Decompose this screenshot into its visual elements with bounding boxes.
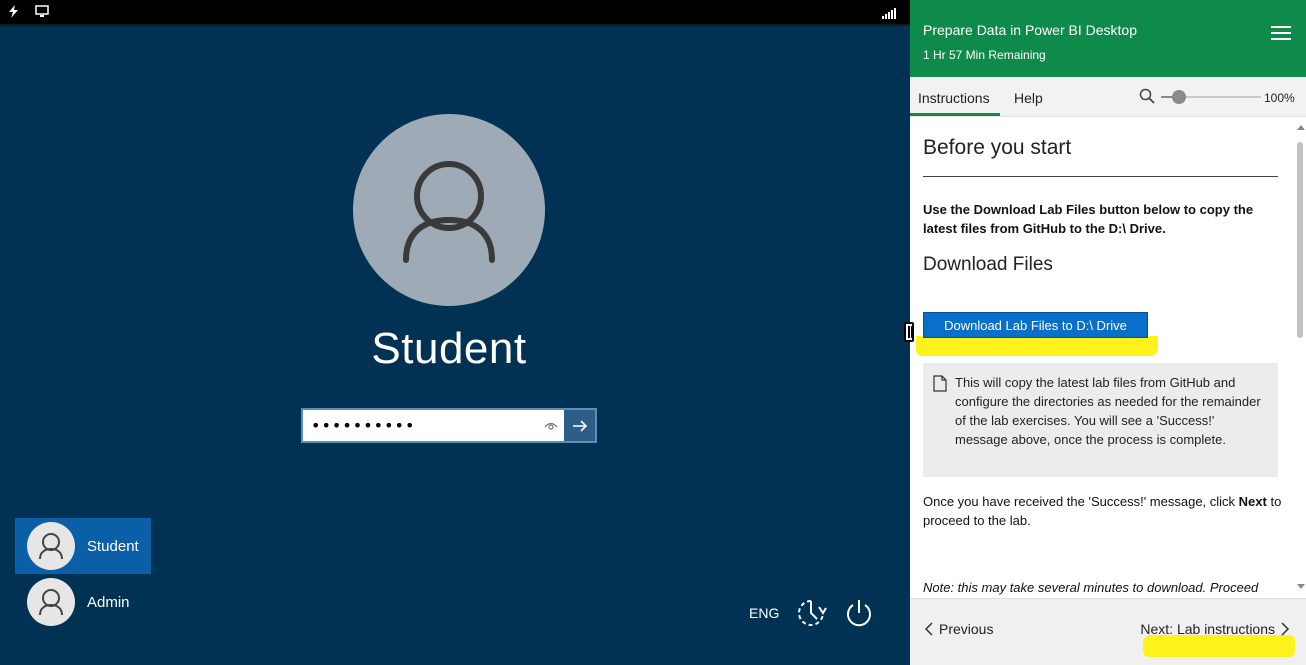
zoom-slider-thumb[interactable] <box>1172 90 1186 104</box>
password-input[interactable] <box>303 410 538 441</box>
next-label: Next: Lab instructions <box>1140 621 1275 637</box>
chevron-left-icon <box>924 622 933 636</box>
ease-of-access-icon[interactable] <box>795 598 827 633</box>
highlight-mark <box>916 336 1158 356</box>
hamburger-menu-icon[interactable] <box>1271 26 1291 40</box>
heading-download-files: Download Files <box>923 254 1053 275</box>
arrow-right-icon <box>572 419 587 432</box>
instructions-content: Before you start Use the Download Lab Fi… <box>910 118 1306 598</box>
previous-label: Previous <box>939 621 994 637</box>
paragraph-text: Once you have received the 'Success!' me… <box>923 494 1239 509</box>
document-icon <box>933 375 947 397</box>
language-indicator[interactable]: ENG <box>749 605 779 621</box>
time-remaining: 1 Hr 57 Min Remaining <box>923 48 1046 62</box>
power-icon[interactable] <box>844 597 874 634</box>
vm-toolbar <box>0 0 910 26</box>
magnifier-icon <box>1139 88 1155 109</box>
user-tile-student[interactable]: Student <box>15 518 151 574</box>
password-box <box>301 408 597 443</box>
scroll-up-icon[interactable] <box>1297 125 1305 130</box>
submit-password-button[interactable] <box>564 410 595 441</box>
monitor-icon[interactable] <box>35 5 49 21</box>
paragraph-bold-text: Next <box>1238 494 1267 509</box>
login-username: Student <box>371 324 527 373</box>
previous-button[interactable]: Previous <box>924 621 993 637</box>
user-tile-admin[interactable]: Admin <box>15 574 151 630</box>
lightning-icon[interactable] <box>8 5 20 21</box>
highlight-mark <box>1143 635 1295 657</box>
tab-instructions[interactable]: Instructions <box>918 90 990 106</box>
vm-screen[interactable]: Student Student Admin ENG <box>0 0 910 665</box>
next-button[interactable]: Next: Lab instructions <box>1140 621 1290 637</box>
user-avatar-icon <box>27 522 75 570</box>
chevron-right-icon <box>1281 622 1290 636</box>
scroll-down-icon[interactable] <box>1297 584 1305 589</box>
zoom-value: 100% <box>1264 91 1295 105</box>
eye-icon[interactable] <box>538 410 564 441</box>
user-avatar-large <box>353 114 545 306</box>
content-scrollbar[interactable] <box>1294 118 1306 598</box>
heading-divider <box>923 176 1278 177</box>
lab-instructions-panel: Prepare Data in Power BI Desktop 1 Hr 57… <box>910 0 1306 665</box>
tab-help[interactable]: Help <box>1014 90 1043 106</box>
lab-title: Prepare Data in Power BI Desktop <box>923 22 1137 38</box>
user-silhouette-icon <box>403 161 495 263</box>
intro-paragraph: Use the Download Lab Files button below … <box>923 202 1254 236</box>
active-tab-indicator <box>910 113 1000 116</box>
user-tile-name: Admin <box>87 593 130 611</box>
user-tile-name: Student <box>87 537 139 555</box>
download-lab-files-button[interactable]: Download Lab Files to D:\ Drive <box>923 312 1148 338</box>
lab-header: Prepare Data in Power BI Desktop 1 Hr 57… <box>910 0 1306 77</box>
heading-before-you-start: Before you start <box>923 136 1072 159</box>
next-step-paragraph: Once you have received the 'Success!' me… <box>923 492 1283 530</box>
panel-footer: Previous Next: Lab instructions <box>910 598 1306 665</box>
download-time-note: Note: this may take several minutes to d… <box>923 580 1259 595</box>
panel-resize-handle[interactable] <box>904 322 914 342</box>
user-avatar-icon <box>27 578 75 626</box>
scrollbar-thumb[interactable] <box>1297 142 1303 338</box>
info-note-text: This will copy the latest lab files from… <box>955 375 1261 447</box>
info-note: This will copy the latest lab files from… <box>923 363 1278 477</box>
signal-icon <box>882 7 896 19</box>
panel-tabs: Instructions Help 100% <box>910 77 1306 117</box>
